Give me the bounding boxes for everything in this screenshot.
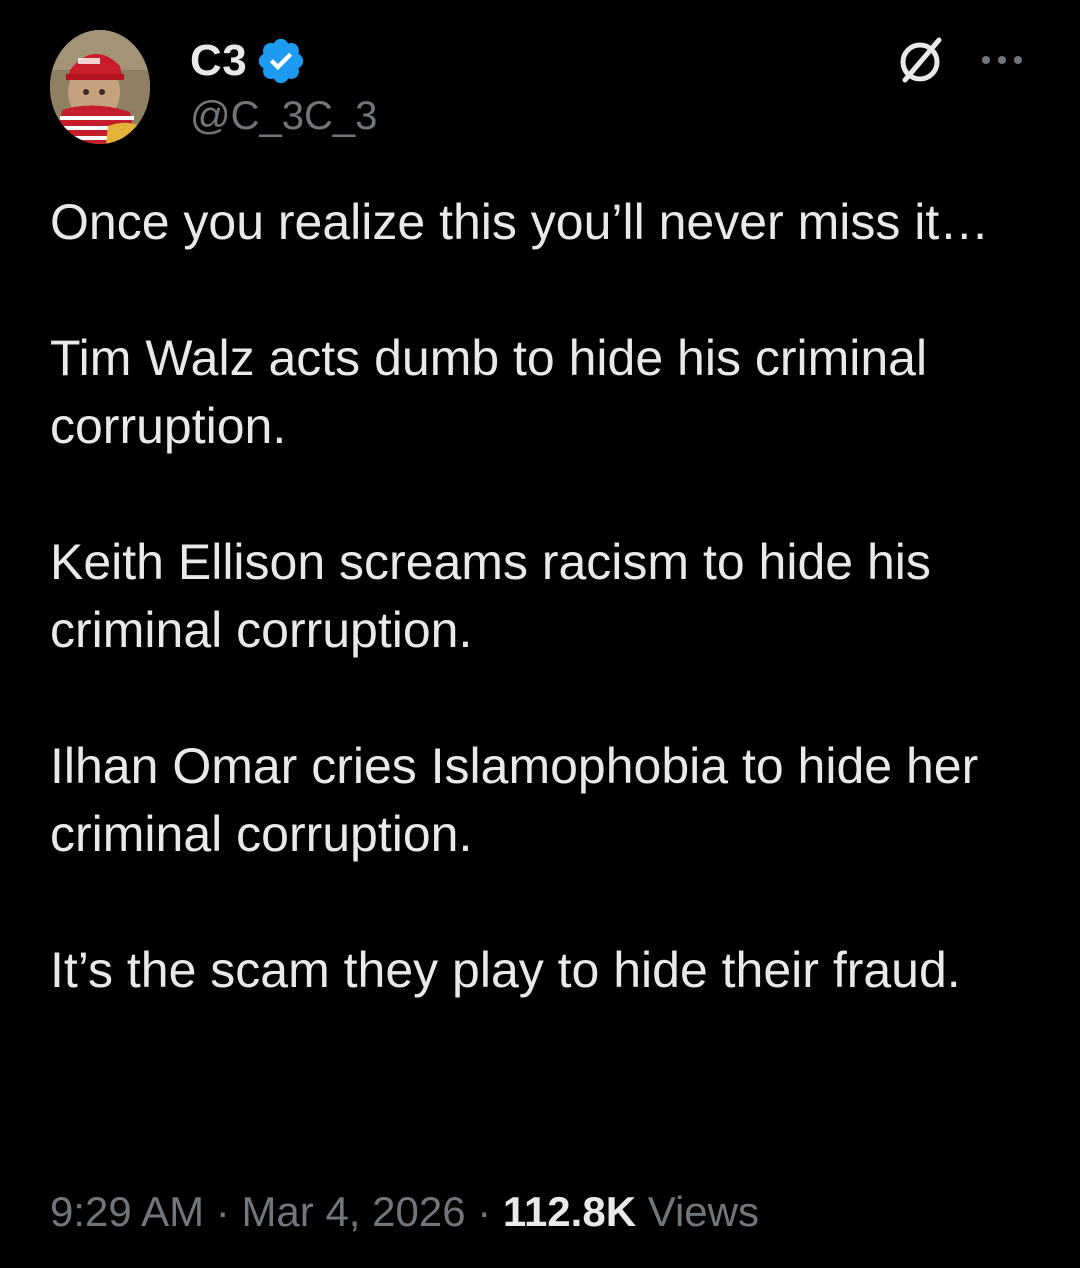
tweet-paragraph: Once you realize this you’ll never miss … — [50, 194, 990, 250]
tweet-paragraph: Keith Ellison screams racism to hide his… — [50, 534, 931, 658]
tweet-paragraph: Ilhan Omar cries Islamophobia to hide he… — [50, 738, 979, 862]
tweet-text: Once you realize this you’ll never miss … — [50, 188, 1040, 1004]
tweet-paragraph: Tim Walz acts dumb to hide his criminal … — [50, 330, 928, 454]
verified-badge-icon — [259, 38, 304, 84]
tweet-time[interactable]: 9:29 AM — [50, 1188, 204, 1235]
tweet-date[interactable]: Mar 4, 2026 — [241, 1188, 465, 1235]
author-name-row[interactable]: C3 — [190, 36, 307, 86]
meta-separator: · — [465, 1188, 503, 1235]
more-icon[interactable] — [978, 50, 1026, 70]
avatar[interactable] — [50, 30, 150, 144]
views-count[interactable]: 112.8K — [503, 1188, 636, 1235]
grok-icon[interactable] — [893, 32, 949, 88]
tweet-meta: 9:29 AM · Mar 4, 2026 · 112.8K Views — [50, 1188, 759, 1236]
author-handle[interactable]: @C_3C_3 — [190, 94, 377, 139]
views-label: Views — [636, 1188, 759, 1235]
avatar-image — [50, 30, 150, 144]
meta-separator: · — [204, 1188, 242, 1235]
tweet-paragraph: It’s the scam they play to hide their fr… — [50, 942, 961, 998]
author-display-name[interactable]: C3 — [190, 36, 247, 86]
